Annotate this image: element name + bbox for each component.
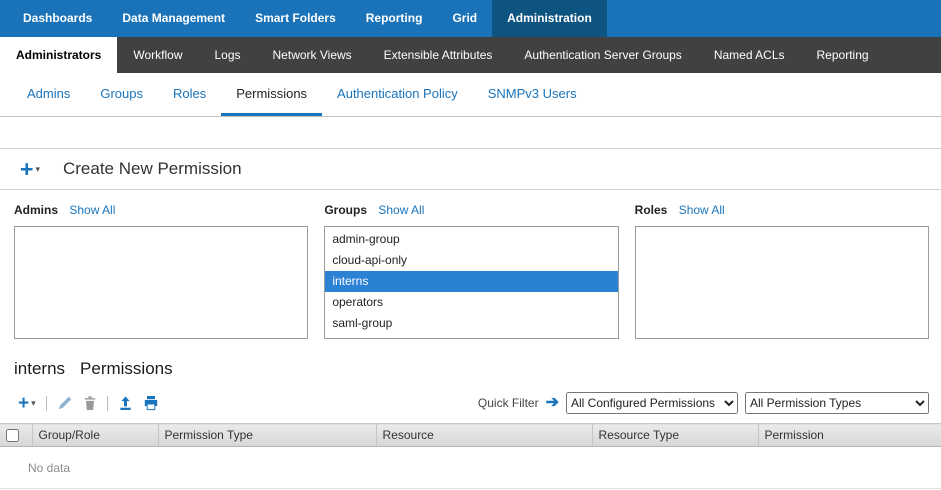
no-data-message: No data [0,447,941,489]
subnav-permissions[interactable]: Permissions [221,73,322,116]
nav-data-management[interactable]: Data Management [107,0,240,37]
group-list-item[interactable]: admin-group [325,229,617,250]
table-header-row: Group/Role Permission Type Resource Reso… [0,424,941,447]
column-header-resource[interactable]: Resource [376,424,592,447]
nav-dashboards[interactable]: Dashboards [8,0,107,37]
tab-network-views[interactable]: Network Views [257,37,368,73]
groups-listbox[interactable]: admin-group cloud-api-only interns opera… [324,226,618,339]
nav-reporting[interactable]: Reporting [351,0,438,37]
roles-show-all-link[interactable]: Show All [679,203,725,217]
tab-administrators[interactable]: Administrators [0,37,117,73]
printer-icon [143,395,159,411]
column-header-resource-type[interactable]: Resource Type [592,424,758,447]
groups-show-all-link[interactable]: Show All [378,203,424,217]
select-all-checkbox[interactable] [6,429,19,442]
configured-permissions-select[interactable]: All Configured Permissions [566,392,738,414]
subnav-snmpv3-users[interactable]: SNMPv3 Users [473,73,592,116]
admins-label: Admins [14,203,58,217]
nav-administration[interactable]: Administration [492,0,607,37]
column-header-permission[interactable]: Permission [758,424,941,447]
admins-listbox[interactable] [14,226,308,339]
group-list-item[interactable]: saml-group [325,313,617,334]
tab-extensible-attributes[interactable]: Extensible Attributes [368,37,509,73]
quick-filter-arrow-icon[interactable]: ➔ [546,395,559,411]
print-button[interactable] [143,395,159,411]
roles-label: Roles [635,203,668,217]
add-icon: + [18,394,29,413]
add-permission-dropdown-caret-icon[interactable]: ▾ [35,164,40,175]
admins-column: Admins Show All [14,203,308,339]
add-row-button[interactable]: + ▾ [18,394,36,413]
group-list-item[interactable]: cloud-api-only [325,250,617,271]
roles-listbox[interactable] [635,226,929,339]
trash-icon [83,395,97,411]
roles-column: Roles Show All [635,203,929,339]
create-permission-title: Create New Permission [63,159,242,179]
permissions-heading: interns Permissions [0,339,941,379]
subnav-roles[interactable]: Roles [158,73,221,116]
edit-pencil-icon [57,395,73,411]
selector-row: Admins Show All Groups Show All admin-gr… [0,190,941,339]
quick-filter-label: Quick Filter [478,396,539,410]
nav-grid[interactable]: Grid [437,0,492,37]
admins-show-all-link[interactable]: Show All [69,203,115,217]
group-list-item[interactable]: operators [325,292,617,313]
subnav-authentication-policy[interactable]: Authentication Policy [322,73,473,116]
nav-smart-folders[interactable]: Smart Folders [240,0,351,37]
tab-named-acls[interactable]: Named ACLs [698,37,801,73]
subnav-admins[interactable]: Admins [12,73,85,116]
groups-label: Groups [324,203,367,217]
add-permission-icon[interactable]: + [20,158,33,181]
quick-filter-group: Quick Filter ➔ All Configured Permission… [478,392,929,414]
create-permission-section: + ▾ Create New Permission [0,148,941,190]
group-list-item-selected[interactable]: interns [325,271,617,292]
permissions-table: Group/Role Permission Type Resource Reso… [0,423,941,447]
column-header-group-role[interactable]: Group/Role [32,424,158,447]
page: Dashboards Data Management Smart Folders… [0,0,941,490]
toolbar-separator [46,396,47,411]
upload-icon [118,396,133,411]
add-dropdown-caret-icon: ▾ [31,398,36,409]
column-header-permission-type[interactable]: Permission Type [158,424,376,447]
top-navigation: Dashboards Data Management Smart Folders… [0,0,941,37]
permissions-title: Permissions [80,359,173,379]
select-all-cell [0,424,32,447]
delete-button[interactable] [83,395,97,411]
permissions-context: interns [14,359,65,379]
toolbar-separator [107,396,108,411]
permission-types-select[interactable]: All Permission Types [745,392,929,414]
admin-sub-navigation: Admins Groups Roles Permissions Authenti… [0,73,941,117]
subnav-groups[interactable]: Groups [85,73,158,116]
tab-logs[interactable]: Logs [198,37,256,73]
groups-column: Groups Show All admin-group cloud-api-on… [324,203,618,339]
upload-button[interactable] [118,396,133,411]
edit-button[interactable] [57,395,73,411]
tab-workflow[interactable]: Workflow [117,37,198,73]
tab-authentication-server-groups[interactable]: Authentication Server Groups [508,37,697,73]
tab-reporting[interactable]: Reporting [801,37,885,73]
permissions-toolbar: + ▾ [0,379,941,420]
admin-tab-bar: Administrators Workflow Logs Network Vie… [0,37,941,73]
